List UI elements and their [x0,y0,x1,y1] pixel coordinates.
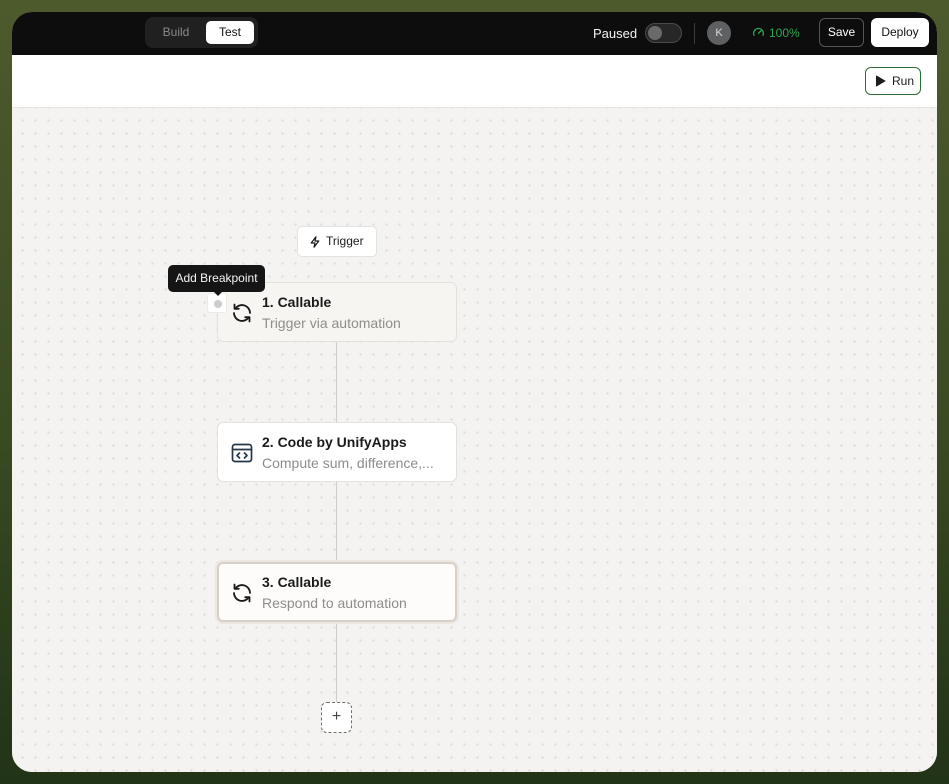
health-indicator: 100% [752,12,800,55]
health-value: 100% [769,26,800,40]
step-subtitle: Compute sum, difference,... [262,455,434,471]
top-bar: Build Test Paused K 100% Save Deploy [12,12,937,55]
toggle-knob [648,26,662,40]
refresh-icon [233,583,251,603]
paused-label: Paused [593,26,638,41]
test-mode-button[interactable]: Test [206,21,254,44]
tooltip-arrow [213,291,223,296]
step-title: 1. Callable [262,294,332,310]
breakpoint-toggle[interactable] [207,293,227,313]
trigger-chip[interactable]: Trigger [297,226,377,257]
paused-toggle[interactable] [645,23,682,43]
connector-line [336,341,337,423]
run-label: Run [892,74,915,88]
connector-line [336,621,337,703]
breakpoint-dot-icon [214,300,222,308]
lightning-bolt-icon [310,236,320,248]
gauge-icon [752,28,765,37]
step-title: 3. Callable [262,574,332,590]
add-breakpoint-tooltip: Add Breakpoint [168,265,265,292]
step-title: 2. Code by UnifyApps [262,434,407,450]
workflow-canvas[interactable]: Trigger 1. Callable Trigger via automati… [12,108,937,772]
build-mode-button[interactable]: Build [153,21,199,44]
step-node-2[interactable]: 2. Code by UnifyApps Compute sum, differ… [217,422,457,482]
sub-header: Run [12,55,937,108]
step-node-3[interactable]: 3. Callable Respond to automation [217,562,457,622]
code-window-icon [231,443,253,463]
app-window: Build Test Paused K 100% Save Deploy Run [12,12,937,772]
connector-line [336,481,337,563]
step-subtitle: Respond to automation [262,595,407,611]
refresh-icon [233,303,251,323]
mode-switch: Build Test [145,17,258,48]
trigger-label: Trigger [326,234,364,248]
toolbar-divider [694,23,695,44]
deploy-button[interactable]: Deploy [871,18,929,47]
user-avatar[interactable]: K [707,21,731,45]
step-subtitle: Trigger via automation [262,315,401,331]
save-button[interactable]: Save [819,18,864,47]
play-icon [876,75,886,87]
run-button[interactable]: Run [865,67,921,95]
add-step-button[interactable]: + [321,702,352,733]
